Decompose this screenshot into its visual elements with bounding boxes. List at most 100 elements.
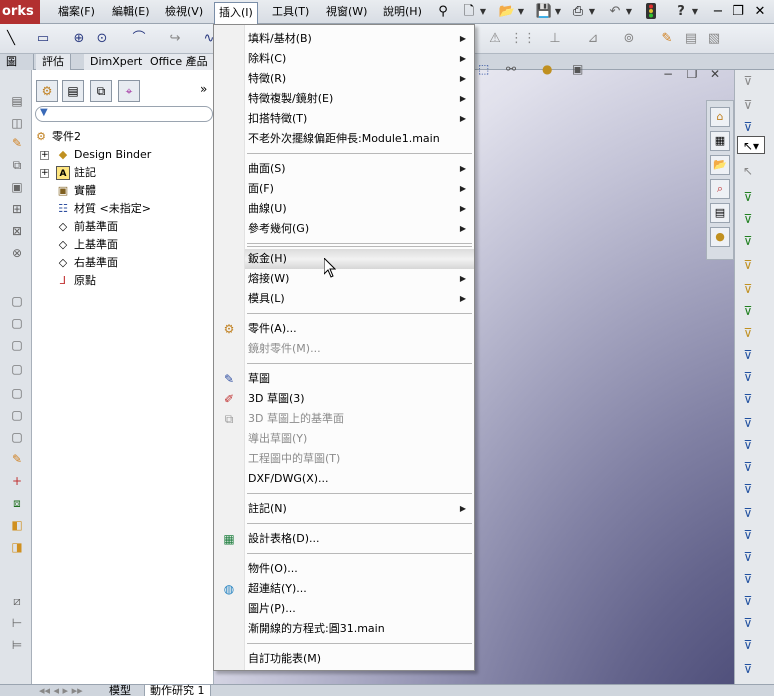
filter-icon[interactable]: ⊽: [739, 614, 757, 632]
file-explorer-icon[interactable]: 📂: [710, 155, 730, 175]
box-left-icon[interactable]: ▢: [8, 428, 26, 446]
insert-menu-item[interactable]: 特徵(R) ▶: [245, 69, 474, 89]
insert-menu-item[interactable]: 工程圖中的草圖(T): [245, 449, 474, 469]
tab-office[interactable]: Office 產品: [144, 54, 215, 70]
chevron-down-icon[interactable]: ▼: [625, 3, 633, 21]
edit-sketch-icon[interactable]: ✎: [8, 134, 26, 152]
filter-icon[interactable]: ⊽: [739, 324, 757, 342]
menu-window[interactable]: 視窗(W): [322, 2, 371, 22]
insert-menu-item[interactable]: 扣搭特徵(T) ▶: [245, 109, 474, 129]
pushpin-icon[interactable]: ⚲: [434, 3, 452, 21]
filter-icon[interactable]: ⊽: [739, 232, 757, 250]
expand-icon[interactable]: +: [40, 169, 49, 178]
section-icon[interactable]: ⊨: [8, 636, 26, 654]
tab-motion-study[interactable]: 動作研究 1: [144, 685, 211, 696]
tree-item[interactable]: ☷ 材質 <未指定>: [56, 200, 151, 218]
trim-icon[interactable]: ⊠: [8, 222, 26, 240]
fillet-icon[interactable]: ↪: [166, 30, 184, 48]
filter-icon[interactable]: ⊽: [739, 504, 757, 522]
insert-menu-item[interactable]: 3D 草圖上的基準面: [245, 409, 474, 429]
line-icon[interactable]: ╲: [2, 30, 20, 48]
insert-menu-item[interactable]: 模具(L) ▶: [245, 289, 474, 309]
expand-icon[interactable]: +: [40, 151, 49, 160]
filter-icon[interactable]: ⊽: [739, 72, 757, 90]
box-right-icon[interactable]: ▢: [8, 336, 26, 354]
filter-icon[interactable]: ⊽: [739, 256, 757, 274]
insert-menu-item[interactable]: 零件(A)...: [245, 319, 474, 339]
insert-menu-item[interactable]: 草圖: [245, 369, 474, 389]
print-icon[interactable]: ⎙: [569, 3, 587, 21]
menu-edit[interactable]: 編輯(E): [108, 2, 154, 22]
select-pointer-icon[interactable]: ↖▾: [737, 136, 765, 154]
sketch-icon[interactable]: ▤: [8, 92, 26, 110]
tab-sketch[interactable]: 圖: [0, 54, 34, 70]
insert-menu-item[interactable]: 3D 草圖(3): [245, 389, 474, 409]
close-icon[interactable]: ✕: [751, 3, 769, 21]
filter-icon[interactable]: ⊽: [739, 458, 757, 476]
grid-icon[interactable]: ⋮⋮: [510, 30, 536, 48]
open-folder-icon[interactable]: 📂: [498, 3, 516, 21]
filter-icon[interactable]: ⊽: [739, 390, 757, 408]
feature-tree-tab-icon[interactable]: ⚙: [36, 80, 58, 102]
filter-icon[interactable]: ⊽: [739, 592, 757, 610]
tree-item[interactable]: A 註記: [56, 164, 96, 182]
tree-item[interactable]: ⅃ 原點: [56, 272, 96, 290]
dimxpert-tab-icon[interactable]: ⌖: [118, 80, 140, 102]
filter-icon[interactable]: ⊽: [739, 280, 757, 298]
layers-icon[interactable]: ◧: [8, 516, 26, 534]
restore-icon[interactable]: ❐: [729, 3, 747, 21]
insert-menu-item[interactable]: 填料/基材(B) ▶: [245, 29, 474, 49]
view-orientation-icon[interactable]: ⬚: [478, 62, 489, 76]
warning-icon[interactable]: ⚠: [486, 30, 504, 48]
smart-dimension-icon[interactable]: ◫: [8, 114, 26, 132]
insert-menu-item[interactable]: 曲面(S) ▶: [245, 159, 474, 179]
tab-dimxpert[interactable]: DimXpert: [84, 54, 150, 70]
sketch-edit-icon[interactable]: ✎: [658, 30, 676, 48]
chevron-down-icon[interactable]: ▼: [691, 3, 699, 21]
dimension-icon[interactable]: ⊿: [584, 30, 602, 48]
filter-icon[interactable]: ⊽: [739, 302, 757, 320]
insert-menu-item[interactable]: 註記(N) ▶: [245, 499, 474, 519]
insert-menu-item[interactable]: 超連結(Y)...: [245, 579, 474, 599]
tree-item[interactable]: ◇ 右基準面: [56, 254, 118, 272]
insert-menu-item[interactable]: 漸開線的方程式:圓31.main: [245, 619, 474, 639]
insert-menu-item[interactable]: 導出草圖(Y): [245, 429, 474, 449]
filter-icon[interactable]: ⊽: [739, 436, 757, 454]
insert-menu-item[interactable]: 設計表格(D)...: [245, 529, 474, 549]
add-relation-icon[interactable]: +: [8, 472, 26, 490]
insert-menu-item[interactable]: DXF/DWG(X)...: [245, 469, 474, 489]
tree-item[interactable]: ◇ 上基準面: [56, 236, 118, 254]
link-icon[interactable]: ⊗: [8, 244, 26, 262]
view-palette-icon[interactable]: ▤: [710, 203, 730, 223]
property-manager-tab-icon[interactable]: ▤: [62, 80, 84, 102]
menu-view[interactable]: 檢視(V): [161, 2, 207, 22]
arc-icon[interactable]: ⌒: [130, 30, 148, 48]
chevron-down-icon[interactable]: ▼: [479, 3, 487, 21]
appearance-icon[interactable]: ●: [542, 62, 552, 76]
stack-icon[interactable]: ◨: [8, 538, 26, 556]
filter-icon[interactable]: ⊽: [739, 118, 757, 136]
save-icon[interactable]: 💾: [535, 3, 553, 21]
tab-evaluate[interactable]: 評估: [36, 54, 71, 70]
new-document-icon[interactable]: 🗋: [460, 3, 478, 21]
configuration-manager-tab-icon[interactable]: ⧉: [90, 80, 112, 102]
rectangle-icon[interactable]: ▭: [34, 30, 52, 48]
copy-icon[interactable]: ▣: [8, 178, 26, 196]
settings-icon[interactable]: ⊚: [620, 30, 638, 48]
ruler-icon[interactable]: ⊢: [8, 614, 26, 632]
chevron-down-icon[interactable]: ▼: [517, 3, 525, 21]
design-library-icon[interactable]: ▦: [710, 131, 730, 151]
tree-item[interactable]: ▣ 實體: [56, 182, 96, 200]
tree-item[interactable]: ◇ 前基準面: [56, 218, 118, 236]
filter-icon[interactable]: ⊽: [739, 660, 757, 678]
insert-menu-item[interactable]: 圖片(P)...: [245, 599, 474, 619]
undo-icon[interactable]: ↶: [606, 3, 624, 21]
menu-file[interactable]: 檔案(F): [54, 2, 99, 22]
insert-menu-item[interactable]: 參考幾何(G) ▶: [245, 219, 474, 239]
menu-insert[interactable]: 插入(I): [214, 2, 258, 24]
filter-icon[interactable]: ⊽: [739, 368, 757, 386]
insert-menu-item[interactable]: 鏡射零件(M)...: [245, 339, 474, 359]
box-iso-icon[interactable]: ▢: [8, 360, 26, 378]
filter-icon[interactable]: ⊽: [739, 414, 757, 432]
close-view-icon[interactable]: ✕: [707, 70, 723, 82]
